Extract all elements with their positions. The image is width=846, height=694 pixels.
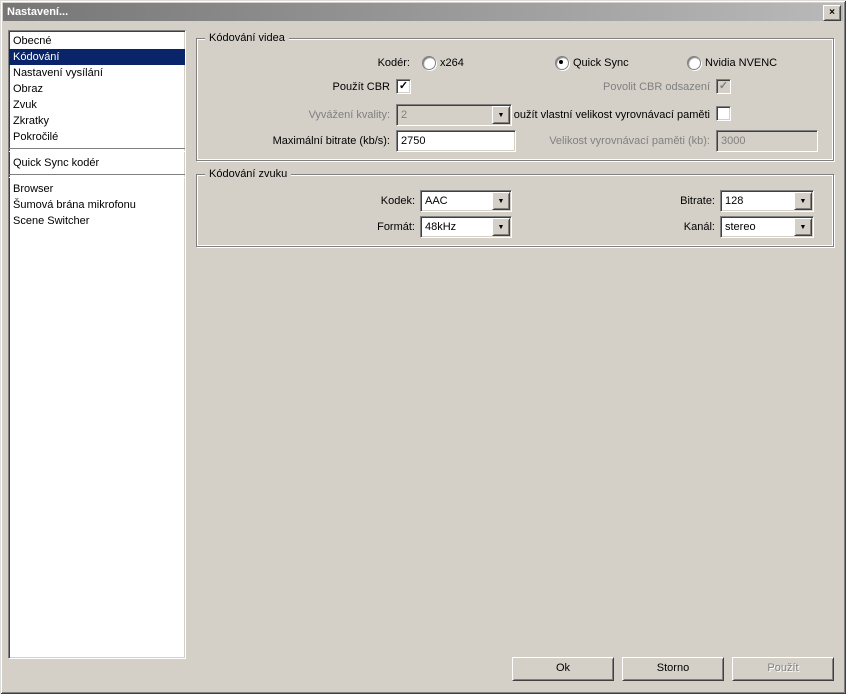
radio-quick-sync[interactable] [555, 56, 569, 70]
sidebar-item-obecne[interactable]: Obecné [9, 33, 185, 49]
sidebar-item-obraz[interactable]: Obraz [9, 81, 185, 97]
format-dropdown-button[interactable]: ▼ [492, 218, 510, 236]
channel-value: stereo [721, 221, 794, 233]
use-cbr-checkbox[interactable]: ✓ [396, 79, 411, 94]
channel-label: Kanál: [600, 220, 715, 234]
settings-category-list[interactable]: Obecné Kódování Nastavení vysílání Obraz… [8, 30, 186, 659]
format-label: Formát: [300, 220, 415, 234]
sidebar-item-scene-switcher[interactable]: Scene Switcher [9, 213, 185, 229]
quality-balance-label: Vyvážení kvality: [240, 108, 390, 122]
close-button[interactable]: × [823, 5, 841, 21]
sidebar-item-zkratky[interactable]: Zkratky [9, 113, 185, 129]
chevron-down-icon: ▼ [498, 224, 505, 231]
sidebar-separator [9, 174, 185, 178]
radio-x264-label[interactable]: x264 [440, 56, 464, 70]
encoder-label: Kodér: [240, 56, 410, 70]
custom-buffer-checkbox[interactable] [716, 106, 731, 121]
sidebar-item-nastaveni-vysilani[interactable]: Nastavení vysílání [9, 65, 185, 81]
audio-bitrate-combo[interactable]: 128 ▼ [720, 190, 814, 212]
codec-dropdown-button[interactable]: ▼ [492, 192, 510, 210]
chevron-down-icon: ▼ [498, 112, 505, 119]
sidebar-item-zvuk[interactable]: Zvuk [9, 97, 185, 113]
max-bitrate-input[interactable] [396, 130, 516, 152]
checkmark-icon: ✓ [399, 81, 408, 92]
use-cbr-label: Použít CBR [240, 80, 390, 94]
sidebar-item-pokrocile[interactable]: Pokročilé [9, 129, 185, 145]
radio-nvidia-nvenc-label[interactable]: Nvidia NVENC [705, 56, 777, 70]
sidebar-item-quick-sync-koder[interactable]: Quick Sync kodér [9, 155, 185, 171]
format-value: 48kHz [421, 221, 492, 233]
radio-quick-sync-label[interactable]: Quick Sync [573, 56, 629, 70]
cancel-button[interactable]: Storno [622, 657, 724, 681]
quality-balance-value: 2 [397, 109, 492, 121]
audio-bitrate-dropdown-button[interactable]: ▼ [794, 192, 812, 210]
quality-balance-combo: 2 ▼ [396, 104, 512, 126]
sidebar-item-kodovani[interactable]: Kódování [9, 49, 185, 65]
title-bar[interactable]: Nastavení... × [3, 3, 843, 21]
audio-bitrate-value: 128 [721, 195, 794, 207]
cbr-padding-label: Povolit CBR odsazení [560, 80, 710, 94]
checkmark-icon: ✓ [719, 81, 728, 92]
cbr-padding-checkbox: ✓ [716, 79, 731, 94]
radio-nvidia-nvenc[interactable] [687, 56, 701, 70]
audio-bitrate-label: Bitrate: [600, 194, 715, 208]
close-icon: × [829, 8, 835, 18]
chevron-down-icon: ▼ [800, 198, 807, 205]
custom-buffer-label: oužít vlastní velikost vyrovnávací pamět… [505, 108, 710, 122]
sidebar-item-browser[interactable]: Browser [9, 181, 185, 197]
ok-button[interactable]: Ok [512, 657, 614, 681]
buffer-size-label: Velikost vyrovnávací paměti (kb): [505, 134, 710, 148]
chevron-down-icon: ▼ [498, 198, 505, 205]
max-bitrate-label: Maximální bitrate (kb/s): [240, 134, 390, 148]
sidebar-item-sumova-brana[interactable]: Šumová brána mikrofonu [9, 197, 185, 213]
audio-encoding-group-title: Kódování zvuku [205, 167, 291, 181]
codec-label: Kodek: [300, 194, 415, 208]
sidebar-separator [9, 148, 185, 152]
chevron-down-icon: ▼ [800, 224, 807, 231]
settings-dialog: Nastavení... × Obecné Kódování Nastavení… [0, 0, 846, 694]
buffer-size-input [716, 130, 818, 152]
format-combo[interactable]: 48kHz ▼ [420, 216, 512, 238]
codec-combo[interactable]: AAC ▼ [420, 190, 512, 212]
codec-value: AAC [421, 195, 492, 207]
apply-button: Použít [732, 657, 834, 681]
channel-dropdown-button[interactable]: ▼ [794, 218, 812, 236]
window-title: Nastavení... [7, 6, 68, 18]
radio-x264[interactable] [422, 56, 436, 70]
video-encoding-group-title: Kódování videa [205, 31, 289, 45]
channel-combo[interactable]: stereo ▼ [720, 216, 814, 238]
